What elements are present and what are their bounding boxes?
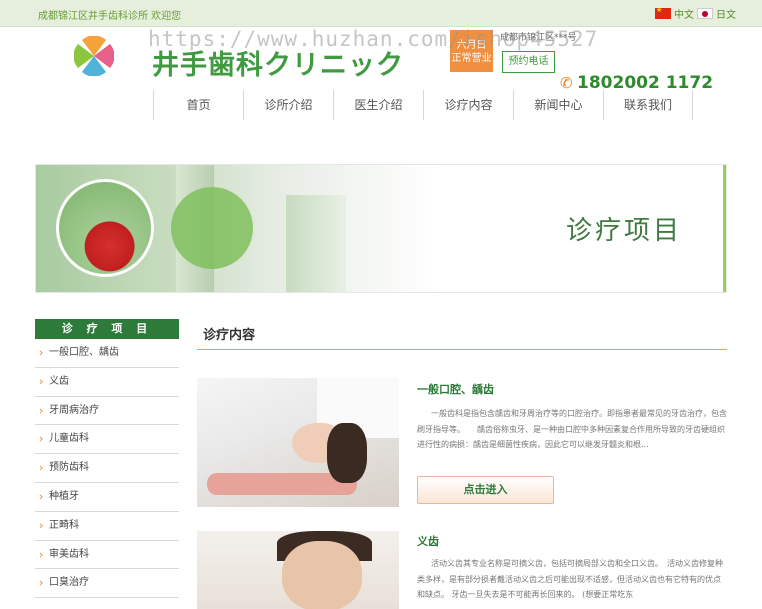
watermark-text: https://www.huzhan.com/ishop45527	[148, 27, 599, 51]
sidebar-item-pediatric[interactable]: 儿童齿科	[35, 425, 179, 455]
sidebar-item-dentures[interactable]: 义齿	[35, 368, 179, 397]
sidebar-item-general[interactable]: 一般口腔、龋齿	[35, 339, 179, 368]
sidebar-item-periodontal[interactable]: 牙周病治疗	[35, 397, 179, 426]
banner-edge	[723, 165, 726, 292]
nav-news[interactable]: 新闻中心	[513, 90, 603, 120]
sidebar-item-aesthetic[interactable]: 审美齿科	[35, 541, 179, 570]
banner-circle-photo	[56, 179, 154, 277]
page-banner: 诊疗项目	[35, 164, 727, 293]
china-flag-icon	[655, 6, 671, 19]
lang-cn-label: 中文	[674, 10, 694, 21]
sidebar: 诊 疗 项 目 一般口腔、龋齿 义齿 牙周病治疗 儿童齿科 预防齿科 种植牙 正…	[35, 319, 179, 599]
sidebar-item-implant[interactable]: 种植牙	[35, 483, 179, 512]
banner-circle-green	[171, 187, 253, 269]
lang-cn-link[interactable]: 中文	[655, 6, 694, 21]
nav-home[interactable]: 首页	[153, 90, 243, 120]
treatment-title-dentures[interactable]: 义齿	[417, 533, 439, 549]
japan-flag-icon	[697, 8, 713, 19]
lang-jp-link[interactable]: 日文	[697, 6, 736, 21]
sidebar-item-halitosis[interactable]: 口臭治疗	[35, 569, 179, 599]
sidebar-heading: 诊 疗 项 目	[35, 319, 179, 339]
content-heading: 诊疗内容	[197, 318, 727, 350]
clinic-logo-icon[interactable]	[74, 36, 114, 76]
treatment-desc-general: 一般齿科是指包含龋齿和牙周治疗等的口腔治疗。即指患者最常见的牙齿治疗，包含刷牙指…	[417, 409, 727, 449]
nav-clinic-intro[interactable]: 诊所介绍	[243, 90, 333, 120]
booking-button[interactable]: 预约电话	[502, 51, 555, 73]
more-button[interactable]: 点击进入	[417, 476, 554, 504]
treatment-desc-dentures: 活动义齿其专业名称是可摘义齿，包括可摘局部义齿和全口义齿。 活动义齿修复种类多样…	[417, 559, 723, 599]
welcome-text: 成都锦江区井手齿科诊所 欢迎您	[38, 11, 182, 22]
treatment-image-general[interactable]	[197, 378, 399, 507]
banner-title: 诊疗项目	[566, 216, 683, 246]
sidebar-item-orthodontics[interactable]: 正畸科	[35, 512, 179, 541]
nav-doctors[interactable]: 医生介绍	[333, 90, 423, 120]
main-nav: 首页 诊所介绍 医生介绍 诊疗内容 新闻中心 联系我们	[153, 90, 693, 120]
treatment-title-general[interactable]: 一般口腔、龋齿	[417, 381, 494, 397]
nav-treatments[interactable]: 诊疗内容	[423, 90, 513, 120]
treatment-image-dentures[interactable]	[197, 531, 399, 609]
lang-jp-label: 日文	[716, 10, 736, 21]
sidebar-item-preventive[interactable]: 预防齿科	[35, 454, 179, 483]
content-heading-text: 诊疗内容	[203, 328, 256, 343]
image-hair	[327, 423, 367, 483]
nav-contact[interactable]: 联系我们	[603, 90, 693, 120]
image-face-2	[282, 541, 362, 609]
phone-icon: ✆	[560, 74, 573, 92]
banner-pillar-2	[286, 195, 346, 292]
top-bar: 成都锦江区井手齿科诊所 欢迎您 中文 日文	[0, 0, 762, 27]
